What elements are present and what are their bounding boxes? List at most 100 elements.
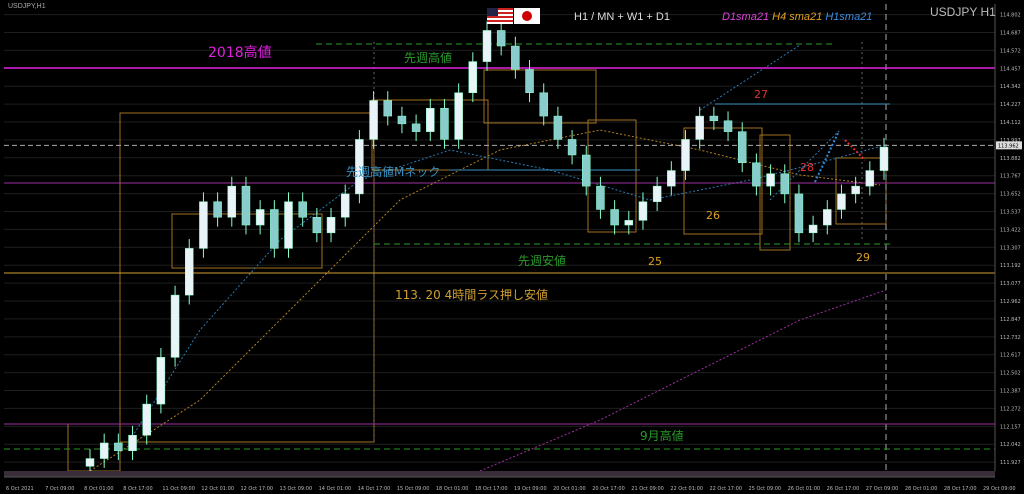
time-tick-label: 22 Oct 17:00: [709, 486, 742, 492]
price-tick-label: 114.572: [1000, 48, 1021, 54]
candle-body: [128, 434, 137, 452]
ma-legend: D1sma21 H4 sma21 H1sma21: [722, 11, 872, 23]
price-tick-label: 113.882: [1000, 156, 1021, 162]
price-tick-label: 113.652: [1000, 192, 1021, 198]
time-tick-label: 14 Oct 01:00: [319, 486, 352, 492]
candle-body: [709, 115, 719, 122]
candle-body: [298, 201, 307, 218]
wave-annotation: 27: [754, 88, 768, 101]
time-tick-label: 26 Oct 01:00: [788, 486, 821, 492]
time-tick-label: 15 Oct 09:00: [397, 486, 430, 492]
price-tick-label: 111.927: [1000, 460, 1021, 466]
current-price-label: 113.962: [998, 143, 1019, 149]
ma-label-h1: H1sma21: [825, 11, 873, 23]
candle-body: [539, 92, 548, 117]
time-tick-label: 12 Oct 17:00: [240, 486, 273, 492]
time-tick-label: 21 Oct 09:00: [631, 486, 664, 492]
candle-body: [851, 185, 860, 195]
candle-body: [440, 108, 449, 140]
candle-body: [865, 170, 875, 187]
time-tick-label: 29 Oct 09:00: [983, 486, 1016, 492]
candle-body: [780, 173, 789, 195]
level-label: 9月高値: [640, 428, 684, 443]
symbol-tag: USDJPY,H1: [8, 3, 46, 10]
time-tick-label: 27 Oct 09:00: [866, 486, 899, 492]
candle-body: [695, 115, 704, 140]
candle-body: [582, 154, 591, 187]
candle-body: [227, 185, 237, 218]
time-tick-label: 20 Oct 17:00: [592, 486, 625, 492]
price-tick-label: 114.112: [1000, 120, 1021, 126]
candle-body: [156, 357, 166, 405]
price-tick-label: 113.422: [1000, 227, 1021, 233]
time-tick-label: 7 Oct 09:00: [45, 486, 74, 492]
level-label: 113. 20 4時間ラス押し安値: [395, 287, 548, 302]
time-tick-label: 6 Oct 2021: [6, 486, 34, 492]
candle-body: [114, 442, 123, 452]
price-tick-label: 113.307: [1000, 245, 1021, 251]
candle-body: [199, 201, 208, 249]
candle-body: [667, 170, 676, 187]
candle-body: [723, 120, 733, 132]
price-tick-label: 112.847: [1000, 317, 1021, 323]
candle-body: [454, 92, 463, 140]
candle-body: [383, 100, 392, 117]
candle-body: [284, 201, 293, 249]
price-tick-label: 112.502: [1000, 371, 1021, 377]
price-tick-label: 114.342: [1000, 84, 1021, 90]
price-tick-label: 113.767: [1000, 174, 1021, 180]
price-tick-label: 114.917: [1000, 0, 1021, 1]
price-chart[interactable]: 2018高値 先週高値先週高値Mネック先週安値 113. 20 4時間ラス押し安値 9…: [0, 0, 1024, 494]
candle-body: [496, 30, 506, 47]
symbol-watermark: USDJPY H1: [930, 5, 996, 19]
wave-annotation: 25: [648, 255, 662, 268]
candle-body: [241, 185, 251, 226]
candle-body: [482, 30, 492, 62]
session-strip: [4, 471, 995, 477]
candle-body: [170, 294, 180, 358]
time-tick-label: 13 Oct 09:00: [280, 486, 313, 492]
candle-body: [411, 123, 421, 132]
candle-body: [610, 209, 619, 226]
price-tick-label: 112.042: [1000, 442, 1021, 448]
ma-label-d1: D1sma21: [722, 11, 770, 23]
candle-body: [85, 458, 95, 467]
japan-flag-icon: [514, 8, 540, 24]
candle-body: [270, 209, 279, 249]
candle-body: [596, 185, 605, 210]
price-tick-label: 113.537: [1000, 210, 1021, 216]
candle-body: [326, 217, 336, 234]
candle-body: [312, 217, 322, 234]
candle-body: [142, 403, 151, 436]
candle-body: [879, 146, 889, 171]
candle-body: [794, 193, 804, 234]
price-tick-label: 113.192: [1000, 263, 1021, 269]
price-tick-label: 112.272: [1000, 406, 1021, 412]
price-tick-label: 112.157: [1000, 424, 1021, 430]
candle-body: [255, 209, 265, 226]
time-tick-label: 25 Oct 09:00: [749, 486, 782, 492]
time-tick-label: 12 Oct 01:00: [201, 486, 234, 492]
time-tick-label: 19 Oct 09:00: [514, 486, 547, 492]
candle-body: [185, 248, 194, 296]
time-tick-label: 28 Oct 17:00: [944, 486, 977, 492]
price-tick-label: 112.617: [1000, 353, 1021, 359]
candle-body: [766, 173, 775, 187]
candle-body: [624, 220, 634, 226]
time-tick-label: 28 Oct 01:00: [905, 486, 938, 492]
level-label: 先週高値: [404, 50, 452, 65]
time-tick-label: 8 Oct 17:00: [123, 486, 152, 492]
price-tick-label: 113.077: [1000, 281, 1021, 287]
price-tick-label: 112.387: [1000, 389, 1021, 395]
price-tick-label: 114.802: [1000, 13, 1021, 19]
candle-body: [511, 45, 520, 70]
candle-body: [553, 115, 563, 140]
candle-body: [837, 193, 846, 210]
time-tick-label: 8 Oct 01:00: [84, 486, 113, 492]
candle-body: [369, 100, 378, 140]
time-tick-label: 18 Oct 17:00: [475, 486, 508, 492]
us-flag-icon: [487, 8, 513, 24]
level-label: 2018高値: [208, 44, 272, 61]
level-label: 先週安値: [518, 253, 566, 268]
timeframes-label: H1 / MN + W1 + D1: [574, 11, 670, 23]
